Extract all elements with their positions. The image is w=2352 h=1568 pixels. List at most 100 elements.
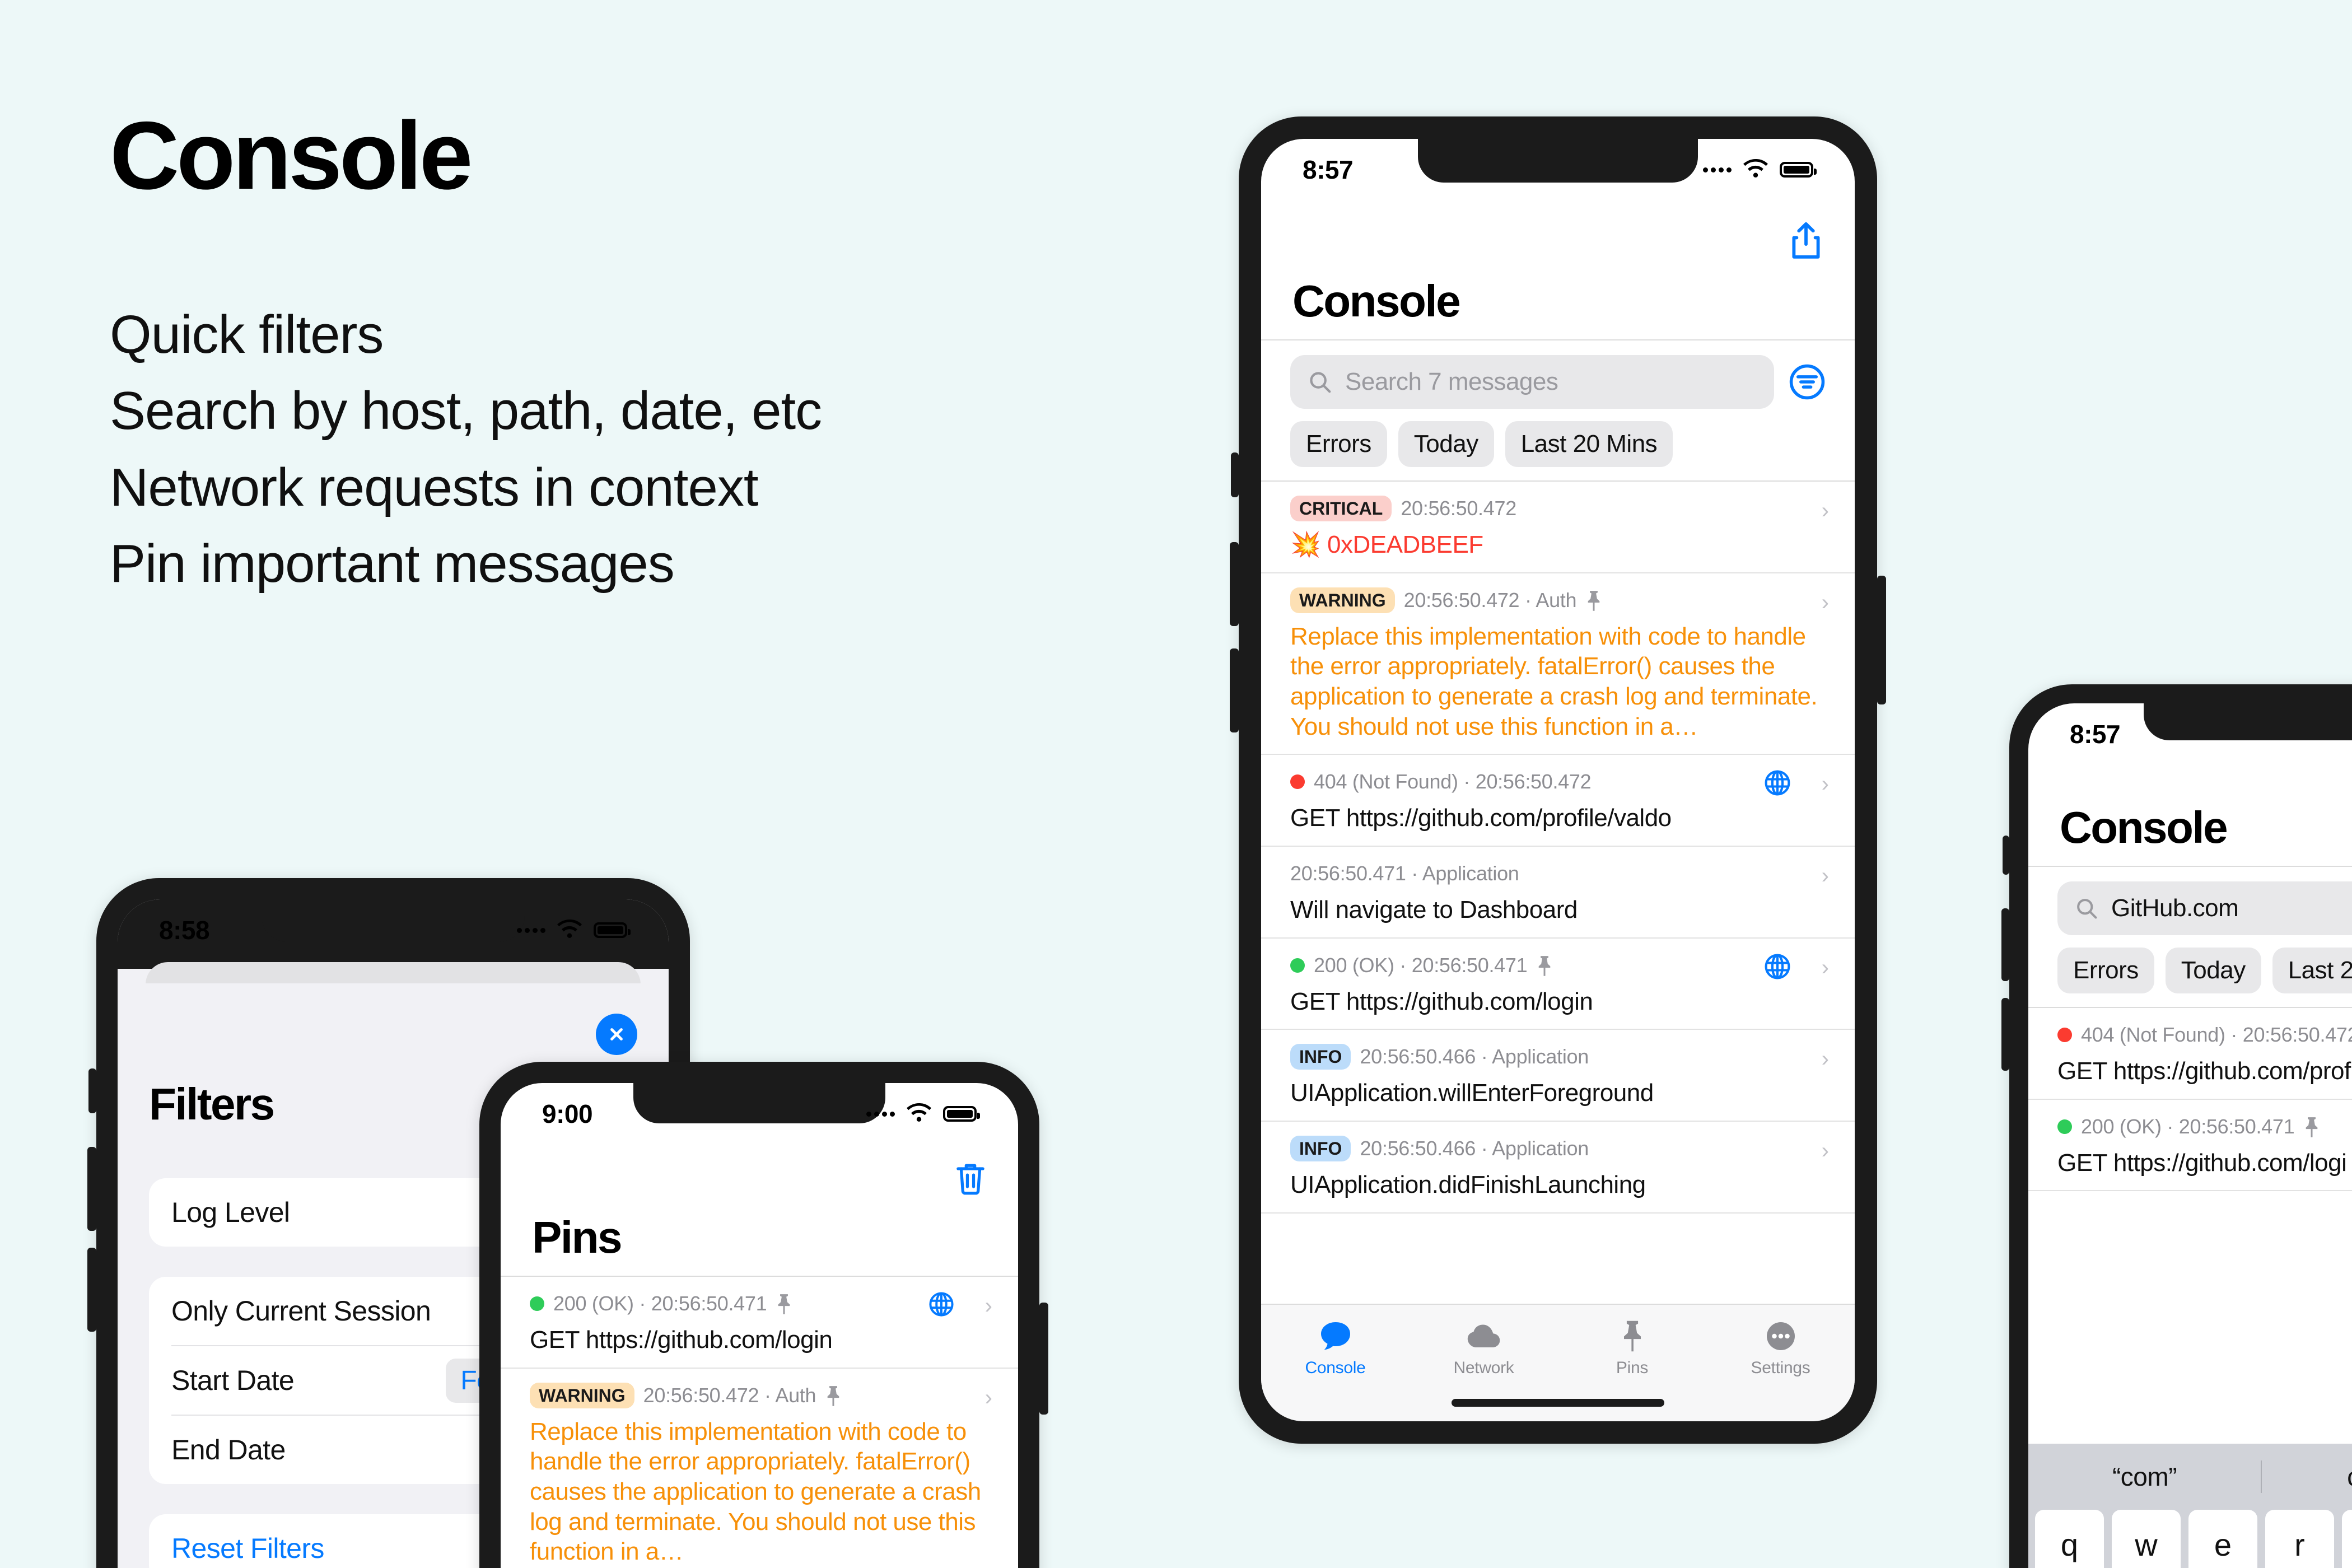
key-t[interactable]: t (2342, 1510, 2352, 1568)
row-title: UIApplication.willEnterForeground (1290, 1079, 1654, 1107)
search-row: GitHub.com (2028, 867, 2352, 935)
row-meta: 404 (Not Found) · 20:56:50.472 (2081, 1023, 2352, 1046)
tab-settings[interactable]: Settings (1706, 1319, 1855, 1378)
row-title: GET https://github.com/profile/valdo (1290, 804, 1672, 832)
wifi-icon (907, 1103, 931, 1122)
volume-down-button[interactable] (1230, 648, 1239, 732)
list-item[interactable]: INFO 20:56:50.466 · Application UIApplic… (1261, 1122, 1855, 1214)
chip-errors[interactable]: Errors (2057, 948, 2154, 993)
search-icon (2077, 899, 2097, 919)
row-meta: 20:56:50.471 · Application (1290, 862, 1519, 885)
search-icon (1310, 372, 1331, 393)
chip-today[interactable]: Today (1398, 421, 1494, 467)
battery-icon (943, 1106, 980, 1122)
list-item[interactable]: 404 (Not Found) · 20:56:50.472 GET https… (1261, 755, 1855, 847)
chip-last-20-mins[interactable]: Last 2 (2272, 948, 2352, 993)
list-item[interactable]: INFO 20:56:50.466 · Application UIApplic… (1261, 1030, 1855, 1122)
list-item[interactable]: 200 (OK) · 20:56:50.471 GET https://gith… (501, 1277, 1018, 1369)
tab-label: Settings (1751, 1359, 1810, 1377)
row-title: GET https://github.com/login (1290, 987, 1593, 1015)
feature-item: Quick filters (110, 305, 384, 365)
row-title: GET https://github.com/logi (2057, 1149, 2347, 1177)
feature-item: Search by host, path, date, etc (110, 381, 822, 441)
pin-icon (1588, 590, 1600, 611)
nav-actions (1261, 205, 1855, 261)
row-title: 💥 0xDEADBEEF (1290, 530, 1826, 560)
list-item[interactable]: WARNING 20:56:50.472 · Auth Replace this… (501, 1369, 1018, 1568)
chevron-right-icon: › (1821, 498, 1829, 523)
tab-bar: Console Network Pins Settings (1261, 1304, 1855, 1421)
key-e[interactable]: e (2188, 1510, 2257, 1568)
list-item[interactable]: 200 (OK) · 20:56:50.471 GET https://gith… (2028, 1100, 2352, 1192)
status-dot (2057, 1028, 2072, 1042)
list-item[interactable]: 404 (Not Found) · 20:56:50.472 GET https… (2028, 1008, 2352, 1100)
mute-switch[interactable] (1231, 452, 1239, 497)
home-indicator[interactable] (1452, 1399, 1664, 1407)
battery-icon (1780, 162, 1817, 178)
mute-switch[interactable] (88, 1068, 96, 1113)
suggestion-item[interactable]: come (2262, 1462, 2352, 1492)
row-label: Only Current Session (171, 1295, 431, 1327)
quick-filter-chips: Errors Today Last 20 Mins (1261, 409, 1855, 480)
keyboard-suggestions: “com” come (2028, 1444, 2352, 1510)
tab-console[interactable]: Console (1261, 1319, 1410, 1378)
suggestion-item[interactable]: “com” (2028, 1462, 2261, 1492)
row-meta: 20:56:50.472 · Auth (643, 1383, 816, 1407)
wifi-icon (557, 920, 582, 938)
globe-icon (1763, 952, 1792, 981)
search-row: Search 7 messages (1261, 340, 1855, 409)
row-label: Start Date (171, 1365, 295, 1396)
mute-switch[interactable] (2003, 836, 2009, 875)
tab-pins[interactable]: Pins (1558, 1319, 1706, 1378)
ellipsis-circle-icon (1766, 1322, 1795, 1350)
status-bar: 9:00 (501, 1083, 1018, 1145)
row-title: UIApplication.didFinishLaunching (1290, 1171, 1646, 1199)
key-w[interactable]: w (2112, 1510, 2181, 1568)
globe-icon (927, 1290, 955, 1318)
search-input[interactable]: Search 7 messages (1290, 355, 1774, 409)
search-input[interactable]: GitHub.com (2057, 881, 2352, 935)
chevron-right-icon: › (1821, 955, 1829, 980)
feature-list: Quick filters Search by host, path, date… (110, 297, 822, 602)
screen-title: Console (2060, 802, 2228, 852)
power-button[interactable] (1039, 1303, 1048, 1415)
chip-errors[interactable]: Errors (1290, 421, 1387, 467)
nav-actions (501, 1146, 1018, 1197)
search-placeholder: Search 7 messages (1345, 368, 1558, 395)
row-meta: 404 (Not Found) · 20:56:50.472 (1314, 770, 1592, 794)
list-item[interactable]: WARNING 20:56:50.472 · Auth Replace this… (1261, 573, 1855, 755)
screen-title: Console (1292, 276, 1461, 326)
share-icon[interactable] (1789, 221, 1823, 261)
row-meta: 200 (OK) · 20:56:50.471 (1314, 953, 1528, 977)
volume-down-button[interactable] (87, 1248, 96, 1332)
list-item[interactable]: CRITICAL 20:56:50.472 💥 0xDEADBEEF › (1261, 482, 1855, 573)
message-list: CRITICAL 20:56:50.472 💥 0xDEADBEEF › WAR… (1261, 480, 1855, 1214)
cellular-signal-icon (1703, 167, 1732, 172)
sort-filter-icon[interactable] (1789, 363, 1826, 400)
close-button[interactable] (596, 1014, 637, 1055)
volume-down-button[interactable] (2001, 998, 2009, 1071)
list-item[interactable]: 200 (OK) · 20:56:50.471 GET https://gith… (1261, 939, 1855, 1030)
chip-today[interactable]: Today (2165, 948, 2261, 993)
pin-icon (827, 1385, 839, 1406)
status-bar: 8:57 (1261, 139, 1855, 200)
chevron-right-icon: › (984, 1385, 992, 1410)
row-meta: 20:56:50.466 · Application (1360, 1045, 1589, 1068)
tab-network[interactable]: Network (1410, 1319, 1558, 1378)
trash-icon[interactable] (954, 1161, 987, 1197)
status-bar: 8:58 (118, 899, 669, 961)
status-time: 8:58 (159, 916, 210, 945)
key-q[interactable]: q (2035, 1510, 2104, 1568)
key-r[interactable]: r (2265, 1510, 2334, 1568)
chip-last-20-mins[interactable]: Last 20 Mins (1505, 421, 1673, 467)
power-button[interactable] (1877, 576, 1886, 704)
volume-up-button[interactable] (2001, 908, 2009, 981)
volume-up-button[interactable] (87, 1147, 96, 1231)
row-title: GET https://github.com/login (530, 1326, 833, 1354)
phone-search-results: 8:57 Console GitHub.com Errors Today Las… (2001, 684, 2352, 1568)
cellular-signal-icon (517, 927, 545, 933)
search-value: GitHub.com (2111, 894, 2239, 922)
list-item[interactable]: 20:56:50.471 · Application Will navigate… (1261, 847, 1855, 939)
volume-up-button[interactable] (1230, 542, 1239, 626)
status-time: 8:57 (2070, 720, 2121, 749)
